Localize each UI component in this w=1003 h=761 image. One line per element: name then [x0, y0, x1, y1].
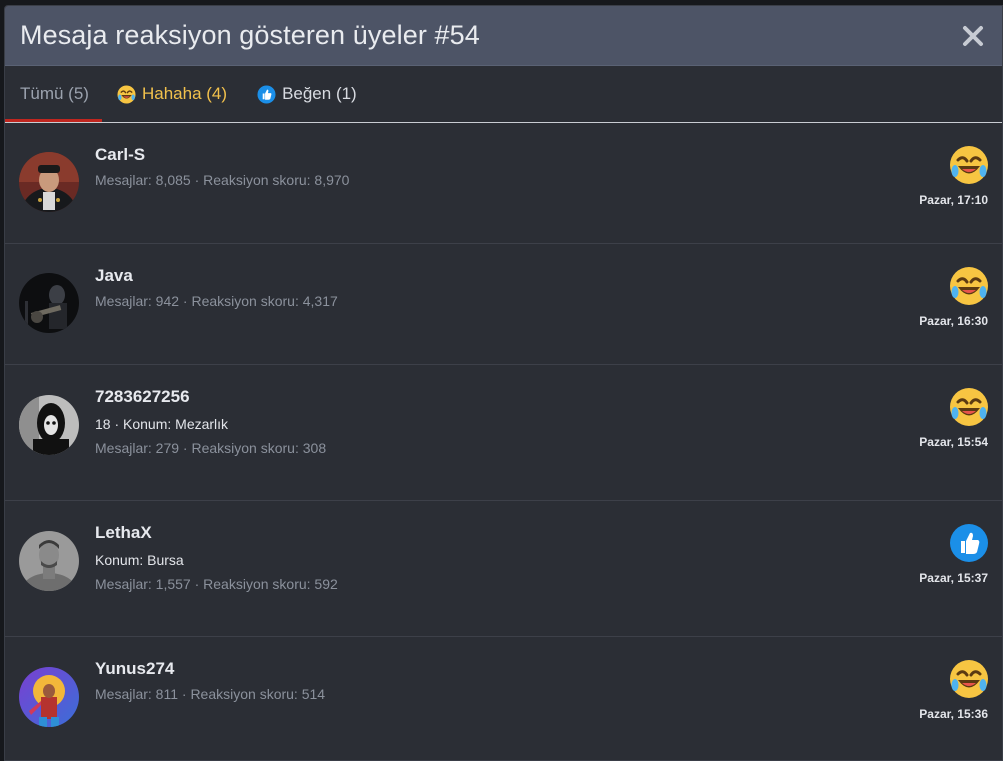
- list-item: Java Mesajlar: 942 · Reaksiyon skoru: 4,…: [5, 244, 1002, 365]
- laughing-emoji-icon: [949, 145, 989, 185]
- reaction-time: Pazar, 16:30: [919, 314, 988, 328]
- member-extra: Konum: Bursa: [95, 552, 184, 568]
- thumbs-up-icon: [949, 523, 989, 563]
- thumbs-up-icon: [257, 84, 276, 104]
- reaction-time: Pazar, 15:37: [919, 571, 988, 585]
- tab-all-label: Tümü (5): [20, 84, 89, 103]
- avatar[interactable]: [19, 273, 79, 333]
- avatar[interactable]: [19, 152, 79, 212]
- close-button[interactable]: [958, 21, 988, 51]
- member-stats: Mesajlar: 279 · Reaksiyon skoru: 308: [95, 440, 327, 456]
- modal-title: Mesaja reaksiyon gösteren üyeler #54: [20, 20, 480, 50]
- list-item: Carl-S Mesajlar: 8,085 · Reaksiyon skoru…: [5, 123, 1002, 244]
- laughing-emoji-icon: [949, 387, 989, 427]
- member-extra: 18 · Konum: Mezarlık: [95, 416, 229, 432]
- tab-hahaha[interactable]: Hahaha (4): [102, 66, 242, 122]
- username[interactable]: 7283627256: [95, 387, 326, 407]
- username[interactable]: Carl-S: [95, 145, 349, 165]
- username[interactable]: Yunus274: [95, 659, 325, 679]
- member-list: Carl-S Mesajlar: 8,085 · Reaksiyon skoru…: [5, 123, 1002, 760]
- modal-header: Mesaja reaksiyon gösteren üyeler #54: [5, 6, 1002, 66]
- tab-like-label: Beğen (1): [282, 84, 357, 103]
- list-item: Yunus274 Mesajlar: 811 · Reaksiyon skoru…: [5, 637, 1002, 760]
- laughing-emoji-icon: [949, 659, 989, 699]
- username[interactable]: Java: [95, 266, 338, 286]
- avatar[interactable]: [19, 531, 79, 591]
- tab-like[interactable]: Beğen (1): [242, 66, 372, 122]
- list-item: 7283627256 18 · Konum: Mezarlık Mesajlar…: [5, 365, 1002, 501]
- close-icon[interactable]: [962, 25, 984, 47]
- reaction-time: Pazar, 15:54: [919, 435, 988, 449]
- reaction-time: Pazar, 15:36: [919, 707, 988, 721]
- laughing-emoji-icon: [117, 84, 136, 104]
- username[interactable]: LethaX: [95, 523, 338, 543]
- reaction-time: Pazar, 17:10: [919, 193, 988, 207]
- avatar[interactable]: [19, 395, 79, 455]
- member-stats: Mesajlar: 1,557 · Reaksiyon skoru: 592: [95, 576, 338, 592]
- member-stats: Mesajlar: 811 · Reaksiyon skoru: 514: [95, 686, 326, 702]
- member-stats: Mesajlar: 8,085 · Reaksiyon skoru: 8,970: [95, 172, 350, 188]
- member-stats: Mesajlar: 942 · Reaksiyon skoru: 4,317: [95, 293, 338, 309]
- laughing-emoji-icon: [949, 266, 989, 306]
- reaction-tabs: Tümü (5) Hahaha (4) Beğen (1): [5, 66, 1002, 123]
- avatar[interactable]: [19, 667, 79, 727]
- list-item: LethaX Konum: Bursa Mesajlar: 1,557 · Re…: [5, 501, 1002, 637]
- tab-all[interactable]: Tümü (5): [5, 66, 102, 122]
- reactions-modal: Mesaja reaksiyon gösteren üyeler #54 Tüm…: [4, 5, 1003, 761]
- tab-hahaha-label: Hahaha (4): [142, 84, 228, 103]
